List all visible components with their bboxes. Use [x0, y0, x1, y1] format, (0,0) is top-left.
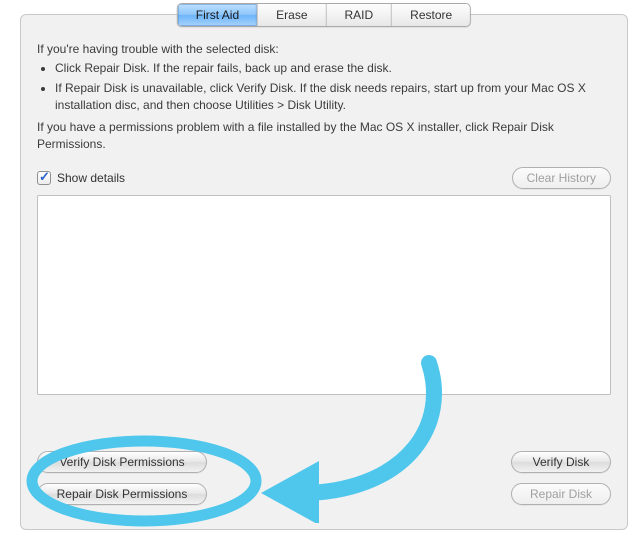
verify-disk-permissions-button[interactable]: Verify Disk Permissions: [37, 451, 207, 473]
tab-raid[interactable]: RAID: [327, 4, 393, 26]
instructions-text: If you're having trouble with the select…: [37, 41, 611, 153]
show-details-checkbox[interactable]: Show details: [37, 171, 125, 185]
intro-bullet-2: If Repair Disk is unavailable, click Ver…: [55, 80, 611, 115]
show-details-label: Show details: [57, 171, 125, 185]
first-aid-panel: First Aid Erase RAID Restore If you're h…: [20, 14, 628, 530]
repair-disk-permissions-button[interactable]: Repair Disk Permissions: [37, 483, 207, 505]
content-area: If you're having trouble with the select…: [37, 37, 611, 395]
intro-bullet-1: Click Repair Disk. If the repair fails, …: [55, 60, 611, 77]
repair-disk-button[interactable]: Repair Disk: [511, 483, 611, 505]
tab-restore[interactable]: Restore: [392, 4, 470, 26]
tab-bar: First Aid Erase RAID Restore: [177, 3, 471, 27]
intro-lead: If you're having trouble with the select…: [37, 41, 611, 58]
checkmark-icon: [37, 171, 51, 185]
log-output[interactable]: [37, 195, 611, 395]
clear-history-button[interactable]: Clear History: [512, 167, 611, 189]
verify-disk-button[interactable]: Verify Disk: [511, 451, 611, 473]
tab-first-aid[interactable]: First Aid: [178, 4, 258, 26]
action-buttons: Verify Disk Permissions Verify Disk Repa…: [37, 441, 611, 505]
tab-erase[interactable]: Erase: [258, 4, 326, 26]
permissions-note: If you have a permissions problem with a…: [37, 119, 611, 154]
